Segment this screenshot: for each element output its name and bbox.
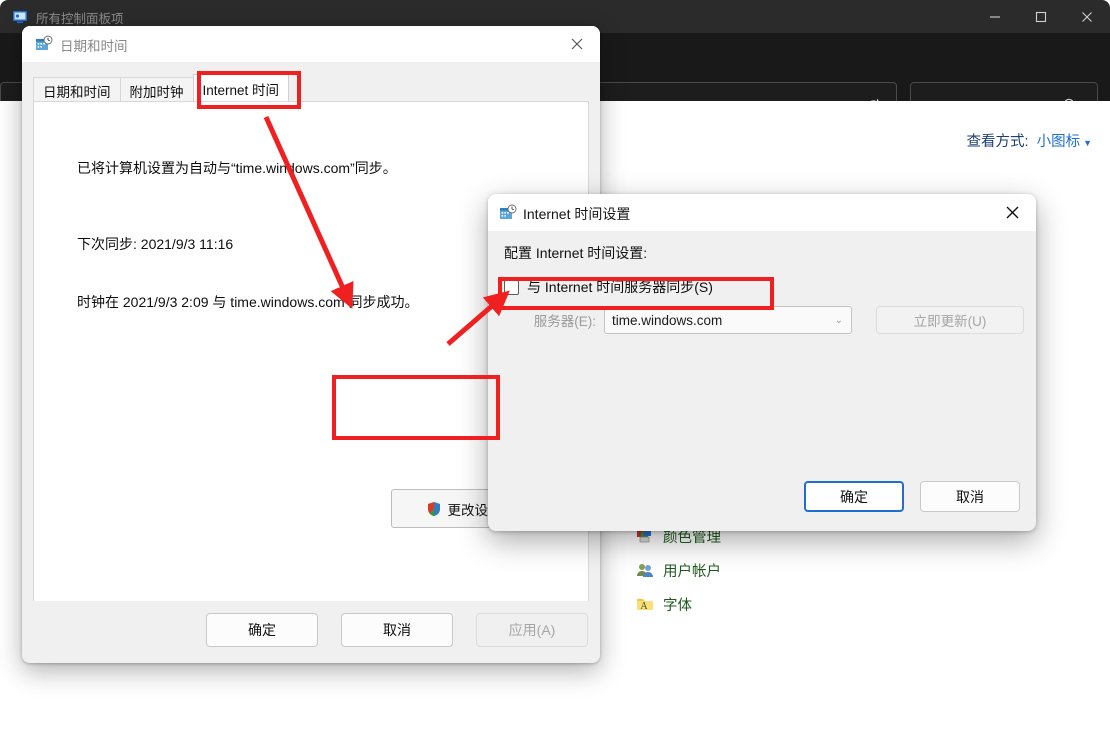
internet-time-settings-dialog: Internet 时间设置 配置 Internet 时间设置: 与 Intern… — [488, 194, 1036, 531]
tab-date-and-time[interactable]: 日期和时间 — [33, 77, 121, 103]
chevron-down-icon[interactable]: ▼ — [1083, 138, 1092, 148]
server-value: time.windows.com — [612, 312, 723, 328]
minimize-button[interactable] — [972, 0, 1018, 33]
window-controls — [972, 0, 1110, 33]
last-sync-line: 时钟在 2021/9/3 2:09 与 time.windows.com 同步成… — [77, 294, 419, 310]
view-by-value[interactable]: 小图标 — [1037, 134, 1081, 150]
window-title: 所有控制面板项 — [36, 12, 124, 26]
fonts-icon: A — [636, 595, 654, 613]
date-time-dialog-title: 日期和时间 — [60, 39, 128, 54]
list-item-label: 用户帐户 — [663, 563, 721, 580]
date-time-icon — [499, 204, 517, 222]
sync-checkbox-label: 与 Internet 时间服务器同步(S) — [527, 279, 713, 295]
user-accounts-icon — [636, 561, 654, 579]
list-item-label: 字体 — [663, 597, 692, 614]
server-label: 服务器(E): — [533, 314, 596, 329]
ok-label: 确定 — [248, 622, 276, 638]
apply-label: 应用(A) — [508, 622, 556, 638]
tab-label: 日期和时间 — [43, 84, 111, 100]
update-now-label: 立即更新(U) — [913, 314, 987, 329]
cancel-label: 取消 — [956, 488, 984, 505]
uac-shield-icon — [426, 501, 442, 517]
sync-status-line: 已将计算机设置为自动与“time.windows.com”同步。 — [77, 160, 397, 176]
list-item[interactable]: 用户帐户 — [636, 555, 936, 585]
date-time-dialog-titlebar: 日期和时间 — [22, 26, 600, 62]
view-by[interactable]: 查看方式: 小图标 ▼ — [967, 130, 1092, 151]
tab-additional-clocks[interactable]: 附加时钟 — [119, 77, 194, 103]
update-now-button: 立即更新(U) — [876, 306, 1024, 334]
maximize-button[interactable] — [1018, 0, 1064, 33]
date-time-icon — [35, 35, 53, 53]
close-icon[interactable] — [988, 194, 1036, 231]
tab-label: 附加时钟 — [129, 84, 184, 100]
internet-time-dialog-title: Internet 时间设置 — [523, 206, 631, 222]
cancel-button[interactable]: 取消 — [341, 613, 453, 647]
server-row: 服务器(E): time.windows.com ⌄ 立即更新(U) — [504, 306, 1024, 334]
tab-label: Internet 时间 — [202, 83, 280, 98]
ok-button[interactable]: 确定 — [206, 613, 318, 647]
configure-heading: 配置 Internet 时间设置: — [504, 245, 648, 261]
ok-label: 确定 — [840, 488, 868, 505]
cancel-button[interactable]: 取消 — [920, 481, 1020, 512]
server-combobox[interactable]: time.windows.com ⌄ — [604, 306, 852, 334]
tab-internet-time[interactable]: Internet 时间 — [192, 74, 290, 103]
list-item[interactable]: A 字体 — [636, 589, 936, 619]
control-panel-icon — [12, 9, 28, 25]
ok-button[interactable]: 确定 — [804, 481, 904, 512]
close-icon[interactable] — [554, 26, 600, 62]
apply-button: 应用(A) — [476, 613, 588, 647]
cancel-label: 取消 — [383, 622, 411, 638]
chevron-down-icon[interactable]: ⌄ — [835, 315, 843, 326]
internet-time-dialog-footer: 确定 取消 — [804, 481, 1020, 512]
sync-checkbox[interactable] — [504, 279, 519, 295]
internet-time-dialog-titlebar: Internet 时间设置 — [488, 194, 1036, 231]
svg-text:A: A — [640, 601, 648, 612]
date-time-tabs: 日期和时间 附加时钟 Internet 时间 — [33, 73, 290, 103]
sync-checkbox-row[interactable]: 与 Internet 时间服务器同步(S) — [504, 277, 713, 297]
screen: 所有控制面板项 查看方式: 小图标 ▼ 颜色管理 用户帐户 A 字体 日期和时间… — [0, 0, 1110, 742]
next-sync-line: 下次同步: 2021/9/3 11:16 — [77, 236, 234, 252]
view-by-label: 查看方式: — [966, 134, 1029, 150]
close-button[interactable] — [1064, 0, 1110, 33]
date-time-dialog-footer: 确定 取消 应用(A) — [22, 601, 600, 663]
control-panel-item-list: 颜色管理 用户帐户 A 字体 — [636, 521, 936, 623]
